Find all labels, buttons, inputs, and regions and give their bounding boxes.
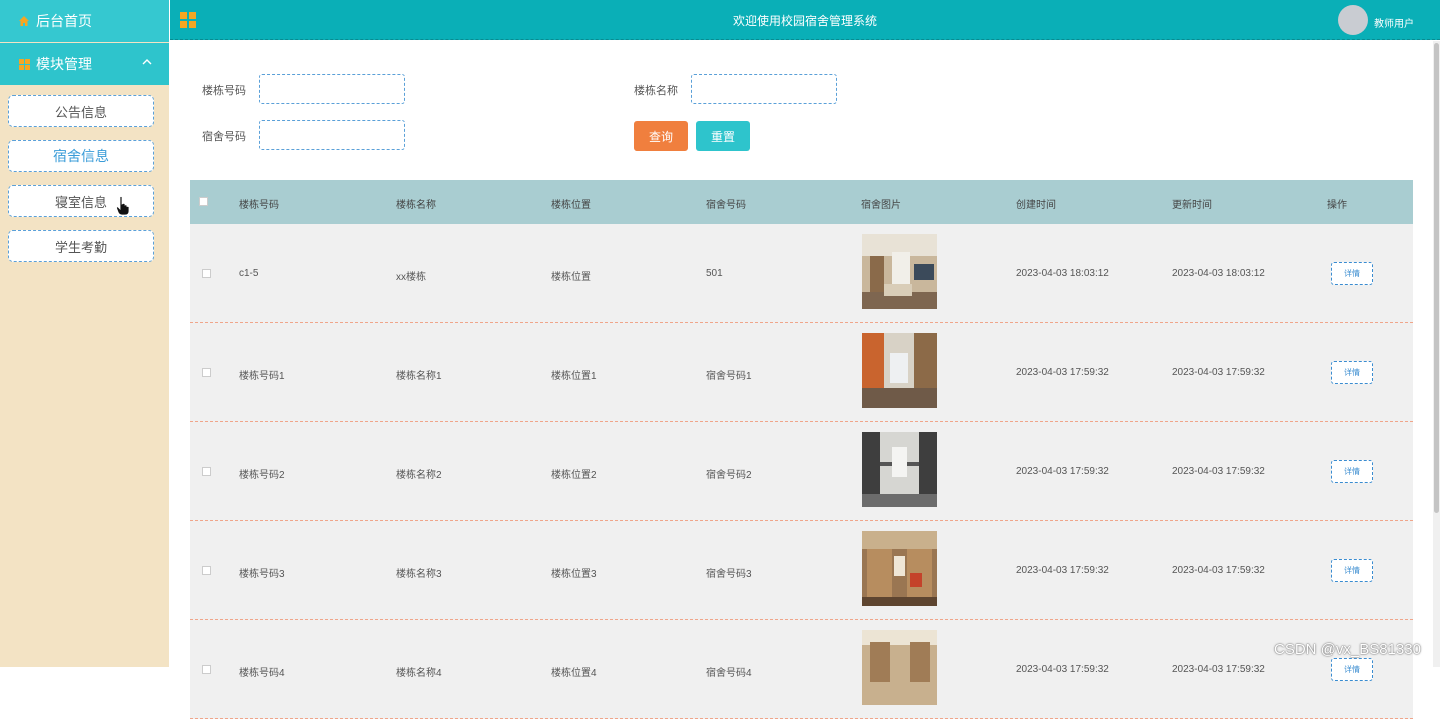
home-icon xyxy=(18,15,30,27)
sidebar-home[interactable]: 后台首页 xyxy=(0,0,169,42)
sidebar-item-announcements[interactable]: 公告信息 xyxy=(8,95,154,127)
top-bar: 欢迎使用校园宿舍管理系统 教师用户 xyxy=(170,0,1440,40)
detail-button[interactable]: 详情 xyxy=(1331,262,1373,285)
detail-button[interactable]: 详情 xyxy=(1331,460,1373,483)
cell-dorm-no: 宿舍号码2 xyxy=(706,470,752,481)
sidebar-module-management[interactable]: 模块管理 xyxy=(0,43,169,85)
cell-created: 2023-04-03 17:59:32 xyxy=(1016,664,1109,675)
cell-building-name: 楼栋名称2 xyxy=(396,470,442,481)
table-row: 楼栋号码2 楼栋名称2 楼栋位置2 宿舍号码2 2023-04-03 17:59… xyxy=(190,422,1413,521)
room-photo[interactable] xyxy=(862,234,937,309)
dorm-no-input[interactable] xyxy=(259,120,405,150)
col-updated[interactable]: 更新时间 xyxy=(1172,196,1212,211)
cell-created: 2023-04-03 17:59:32 xyxy=(1016,466,1109,477)
col-building-no[interactable]: 楼栋号码 xyxy=(239,196,279,211)
cell-updated: 2023-04-03 17:59:32 xyxy=(1172,367,1265,378)
detail-button[interactable]: 详情 xyxy=(1331,361,1373,384)
chevron-up-icon xyxy=(141,56,153,71)
row-checkbox[interactable] xyxy=(202,269,211,278)
cell-updated: 2023-04-03 17:59:32 xyxy=(1172,664,1265,675)
watermark: CSDN @vx_BS81330 xyxy=(1274,641,1421,658)
room-photo[interactable] xyxy=(862,333,937,408)
dorm-no-label: 宿舍号码 xyxy=(202,131,246,143)
sidebar-module-label: 模块管理 xyxy=(36,56,92,72)
cell-updated: 2023-04-03 18:03:12 xyxy=(1172,268,1265,279)
sidebar-item-dorm-info[interactable]: 宿舍信息 xyxy=(8,140,154,172)
cell-building-name: 楼栋名称3 xyxy=(396,569,442,580)
detail-button[interactable]: 详情 xyxy=(1331,658,1373,681)
sidebar-item-label: 学生考勤 xyxy=(54,239,107,255)
col-actions: 操作 xyxy=(1327,200,1347,211)
sidebar-item-label: 公告信息 xyxy=(54,104,107,120)
table-header: 楼栋号码 楼栋名称 楼栋位置 宿舍号码 宿舍图片 创建时间 更新时间 操作 xyxy=(190,180,1413,224)
cell-created: 2023-04-03 18:03:12 xyxy=(1016,268,1109,279)
building-no-input[interactable] xyxy=(259,74,405,104)
col-created[interactable]: 创建时间 xyxy=(1016,196,1056,211)
page-title: 欢迎使用校园宿舍管理系统 xyxy=(732,14,877,28)
table-row: 楼栋号码3 楼栋名称3 楼栋位置3 宿舍号码3 2023-04-03 17:59… xyxy=(190,521,1413,620)
table-row: 楼栋号码1 楼栋名称1 楼栋位置1 宿舍号码1 2023-04-03 17:59… xyxy=(190,323,1413,422)
query-button[interactable]: 查询 xyxy=(634,121,688,151)
vertical-scrollbar[interactable] xyxy=(1433,41,1440,667)
cell-dorm-no: 宿舍号码4 xyxy=(706,668,752,679)
row-checkbox[interactable] xyxy=(202,467,211,476)
cell-dorm-no: 501 xyxy=(706,268,723,279)
cell-building-no: 楼栋号码1 xyxy=(239,371,285,382)
cell-dorm-no: 宿舍号码3 xyxy=(706,569,752,580)
reset-button[interactable]: 重置 xyxy=(696,121,750,151)
hand-cursor-icon xyxy=(116,196,130,216)
cell-created: 2023-04-03 17:59:32 xyxy=(1016,565,1109,576)
col-building-name[interactable]: 楼栋名称 xyxy=(396,196,436,211)
cell-building-no: 楼栋号码4 xyxy=(239,668,285,679)
room-photo[interactable] xyxy=(862,630,937,705)
building-name-input[interactable] xyxy=(691,74,837,104)
cell-building-name: xx楼栋 xyxy=(396,272,426,283)
cell-location: 楼栋位置 xyxy=(551,272,591,283)
sidebar: 后台首页 模块管理 公告信息 宿舍信息 寝室信息 学生考勤 xyxy=(0,0,169,667)
sidebar-home-label: 后台首页 xyxy=(36,13,92,29)
row-checkbox[interactable] xyxy=(202,665,211,674)
col-dorm-no[interactable]: 宿舍号码 xyxy=(706,196,746,211)
scrollbar-thumb[interactable] xyxy=(1434,43,1439,513)
cell-updated: 2023-04-03 17:59:32 xyxy=(1172,466,1265,477)
user-name[interactable]: 教师用户 xyxy=(1374,15,1414,30)
cell-building-name: 楼栋名称4 xyxy=(396,668,442,679)
cell-created: 2023-04-03 17:59:32 xyxy=(1016,367,1109,378)
avatar[interactable] xyxy=(1338,5,1368,35)
cell-building-no: 楼栋号码3 xyxy=(239,569,285,580)
cell-location: 楼栋位置4 xyxy=(551,668,597,679)
sidebar-item-room-info[interactable]: 寝室信息 xyxy=(8,185,154,217)
sidebar-item-label: 宿舍信息 xyxy=(53,148,109,164)
select-all-checkbox[interactable] xyxy=(199,197,208,206)
table-row: c1-5 xx楼栋 楼栋位置 501 2023-04-03 18:03:12 2… xyxy=(190,224,1413,323)
cell-dorm-no: 宿舍号码1 xyxy=(706,371,752,382)
table-row: 楼栋号码4 楼栋名称4 楼栋位置4 宿舍号码4 2023-04-03 17:59… xyxy=(190,620,1413,719)
room-photo[interactable] xyxy=(862,432,937,507)
cell-location: 楼栋位置2 xyxy=(551,470,597,481)
detail-button[interactable]: 详情 xyxy=(1331,559,1373,582)
room-photo[interactable] xyxy=(862,531,937,606)
col-photo: 宿舍图片 xyxy=(861,200,901,211)
sidebar-item-label: 寝室信息 xyxy=(54,194,107,210)
row-checkbox[interactable] xyxy=(202,368,211,377)
cell-location: 楼栋位置3 xyxy=(551,569,597,580)
sidebar-item-attendance[interactable]: 学生考勤 xyxy=(8,230,154,262)
grid-icon xyxy=(18,58,30,70)
building-no-label: 楼栋号码 xyxy=(202,85,246,97)
building-name-label: 楼栋名称 xyxy=(634,85,678,97)
cell-building-name: 楼栋名称1 xyxy=(396,371,442,382)
cell-building-no: 楼栋号码2 xyxy=(239,470,285,481)
cell-updated: 2023-04-03 17:59:32 xyxy=(1172,565,1265,576)
row-checkbox[interactable] xyxy=(202,566,211,575)
col-location[interactable]: 楼栋位置 xyxy=(551,196,591,211)
cell-location: 楼栋位置1 xyxy=(551,371,597,382)
cell-building-no: c1-5 xyxy=(239,268,259,279)
